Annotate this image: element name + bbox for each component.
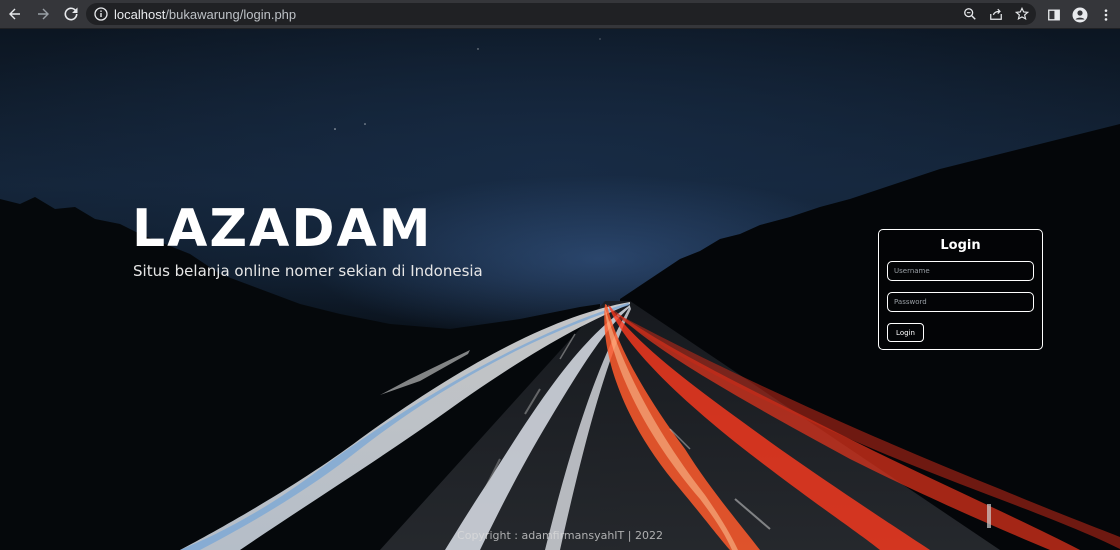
reload-icon[interactable] (58, 1, 84, 27)
zoom-icon[interactable] (960, 4, 980, 24)
back-icon[interactable] (2, 1, 28, 27)
username-input[interactable] (887, 261, 1034, 281)
brand-tagline: Situs belanja online nomer sekian di Ind… (133, 262, 483, 280)
menu-icon[interactable] (1096, 5, 1116, 25)
forward-icon[interactable] (30, 1, 56, 27)
url-host: localhost (114, 6, 166, 22)
info-icon[interactable] (94, 7, 108, 21)
url-text: localhost/bukawarung/login.php (114, 7, 296, 22)
login-form: Login Login (878, 229, 1043, 350)
profile-icon[interactable] (1070, 5, 1090, 25)
url-path: /bukawarung/login.php (165, 6, 297, 22)
browser-toolbar: localhost/bukawarung/login.php (0, 0, 1120, 29)
brand-title: LAZADAM (132, 199, 433, 259)
address-bar[interactable]: localhost/bukawarung/login.php (86, 3, 1036, 25)
sidepanel-icon[interactable] (1044, 5, 1064, 25)
password-input[interactable] (887, 292, 1034, 312)
login-page: LAZADAM Situs belanja online nomer sekia… (0, 29, 1120, 550)
login-title: Login (940, 238, 981, 253)
footer-copyright: Copyright : adamfirmansyahIT | 2022 (457, 529, 663, 542)
star-icon[interactable] (1012, 4, 1032, 24)
share-icon[interactable] (986, 4, 1006, 24)
login-button[interactable]: Login (887, 323, 924, 342)
